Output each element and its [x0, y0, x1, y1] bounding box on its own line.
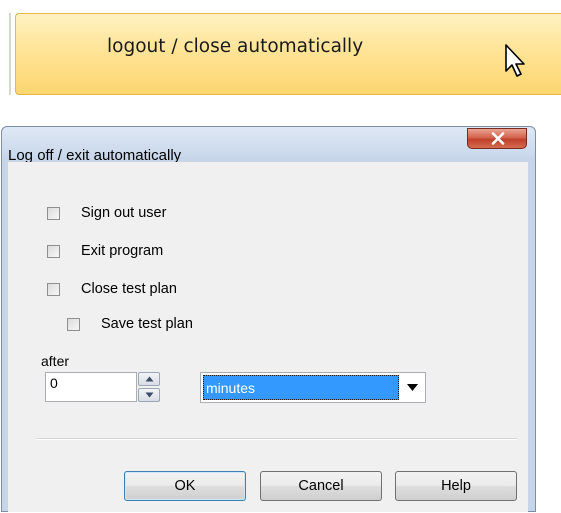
- button-separator: [36, 438, 517, 440]
- close-test-plan-checkbox[interactable]: [47, 283, 60, 296]
- spin-up-button[interactable]: [138, 372, 160, 386]
- ok-button[interactable]: OK: [124, 471, 246, 501]
- x-icon: [491, 132, 505, 145]
- menu-item-label: logout / close automatically: [107, 36, 364, 57]
- after-value-spinner[interactable]: [138, 372, 160, 402]
- arrow-cursor-icon: [505, 44, 525, 77]
- close-button[interactable]: [467, 128, 527, 149]
- time-unit-dropdown[interactable]: minutes: [200, 372, 426, 403]
- menu-left-border: [9, 13, 11, 95]
- close-test-plan-label: Close test plan: [81, 281, 177, 297]
- cancel-button[interactable]: Cancel: [260, 471, 382, 501]
- exit-program-checkbox[interactable]: [47, 245, 60, 258]
- after-label: after: [41, 353, 70, 369]
- sign-out-user-checkbox[interactable]: [47, 207, 60, 220]
- dropdown-arrow-icon[interactable]: [407, 384, 418, 391]
- save-test-plan-label: Save test plan: [101, 316, 193, 332]
- time-unit-selected: minutes: [203, 375, 399, 400]
- triangle-up-icon: [145, 376, 154, 382]
- exit-program-label: Exit program: [81, 243, 164, 259]
- save-test-plan-checkbox[interactable]: [67, 318, 80, 331]
- after-value-input[interactable]: 0: [45, 372, 137, 402]
- spin-down-button[interactable]: [138, 388, 160, 402]
- sign-out-user-label: Sign out user: [81, 205, 167, 221]
- triangle-down-icon: [145, 392, 154, 398]
- menu-item-logout-close[interactable]: logout / close automatically: [15, 13, 561, 95]
- help-button[interactable]: Help: [395, 471, 517, 501]
